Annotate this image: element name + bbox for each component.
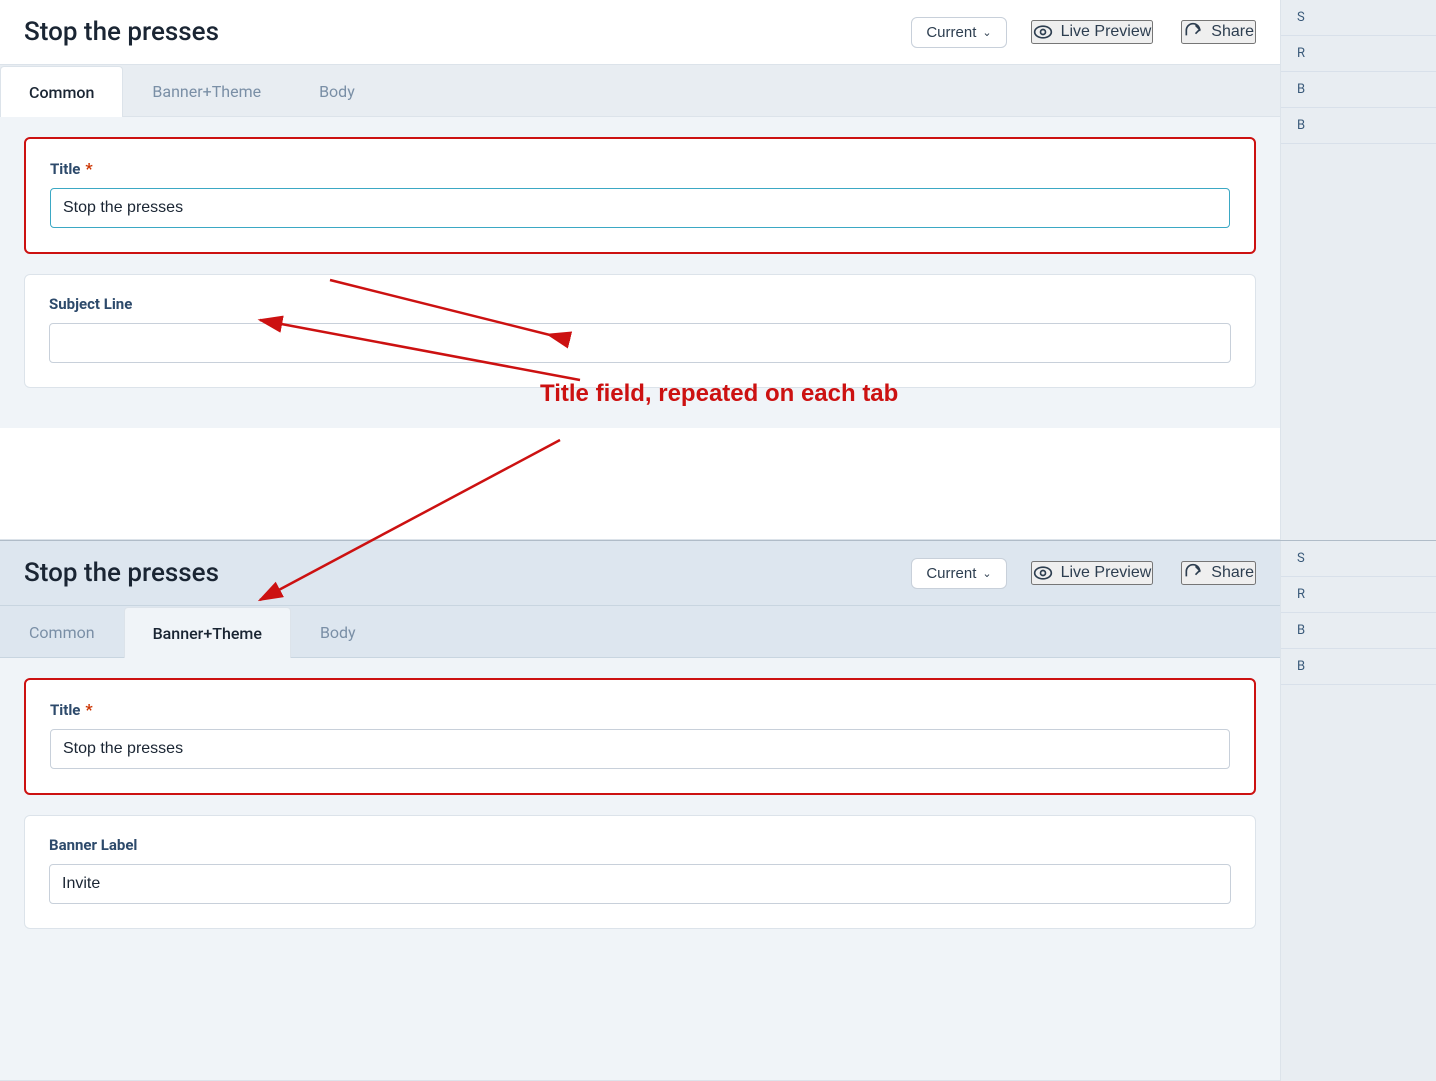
banner-label-input[interactable] [49,864,1231,904]
top-title-section: Title * [24,137,1256,254]
top-panel: Stop the presses Current ⌄ Live Preview … [0,0,1280,540]
share-button[interactable]: Share [1181,20,1256,44]
right-strip-top: S R B B [1280,0,1436,540]
title-field-label: Title * [50,159,1230,178]
right-strip-bottom-item-r: R [1281,577,1436,613]
top-content-area: Title * Subject Line [0,117,1280,428]
bottom-tabs-bar: Common Banner+Theme Body [0,606,1280,658]
top-tabs-bar: Common Banner+Theme Body [0,65,1280,117]
subject-line-label: Subject Line [49,295,1231,313]
live-preview-label: Live Preview [1061,23,1152,41]
bottom-content-area: Title * Banner Label [0,658,1280,969]
bottom-version-dropdown[interactable]: Current ⌄ [911,558,1006,589]
bottom-header-actions: Live Preview Share [1031,561,1256,585]
bottom-share-button[interactable]: Share [1181,561,1256,585]
title-input-top[interactable] [50,188,1230,228]
right-strip-bottom-item-b2: B [1281,649,1436,685]
bottom-chevron-icon: ⌄ [982,567,991,580]
version-dropdown[interactable]: Current ⌄ [911,17,1006,48]
chevron-down-icon: ⌄ [982,26,991,39]
bottom-live-preview-label: Live Preview [1061,564,1152,582]
title-input-bottom[interactable] [50,729,1230,769]
header-actions: Live Preview Share [1031,20,1256,44]
share-icon [1183,22,1203,42]
version-label: Current [926,24,976,41]
tab-body-top[interactable]: Body [290,65,384,116]
share-label: Share [1211,23,1254,41]
required-indicator: * [85,159,92,178]
bottom-banner-label-section: Banner Label [24,815,1256,929]
eye-icon [1033,22,1053,42]
live-preview-button[interactable]: Live Preview [1031,20,1154,44]
bottom-live-preview-button[interactable]: Live Preview [1031,561,1154,585]
tab-common-top[interactable]: Common [0,66,123,117]
bottom-eye-icon [1033,563,1053,583]
right-strip-bottom: S R B B [1280,541,1436,1081]
tab-common-bottom[interactable]: Common [0,606,124,657]
bottom-title-section: Title * [24,678,1256,795]
top-header: Stop the presses Current ⌄ Live Preview … [0,0,1280,65]
right-strip-item-s: S [1281,0,1436,36]
bottom-panel: Stop the presses Current ⌄ Live Preview … [0,541,1280,1081]
tab-body-bottom[interactable]: Body [291,606,385,657]
bottom-page-title: Stop the presses [24,558,911,588]
tab-banner-theme-bottom[interactable]: Banner+Theme [124,607,291,658]
bottom-share-label: Share [1211,564,1254,582]
right-strip-item-r: R [1281,36,1436,72]
right-strip-bottom-item-b1: B [1281,613,1436,649]
subject-line-input[interactable] [49,323,1231,363]
tab-banner-theme-top[interactable]: Banner+Theme [123,65,290,116]
bottom-required-indicator: * [85,700,92,719]
banner-label-label: Banner Label [49,836,1231,854]
bottom-header: Stop the presses Current ⌄ Live Preview … [0,541,1280,606]
bottom-version-label: Current [926,565,976,582]
right-strip-item-b2: B [1281,108,1436,144]
bottom-share-icon [1183,563,1203,583]
right-strip-item-b1: B [1281,72,1436,108]
page-title: Stop the presses [24,17,911,47]
bottom-title-field-label: Title * [50,700,1230,719]
top-subject-section: Subject Line [24,274,1256,388]
right-strip-bottom-item-s: S [1281,541,1436,577]
